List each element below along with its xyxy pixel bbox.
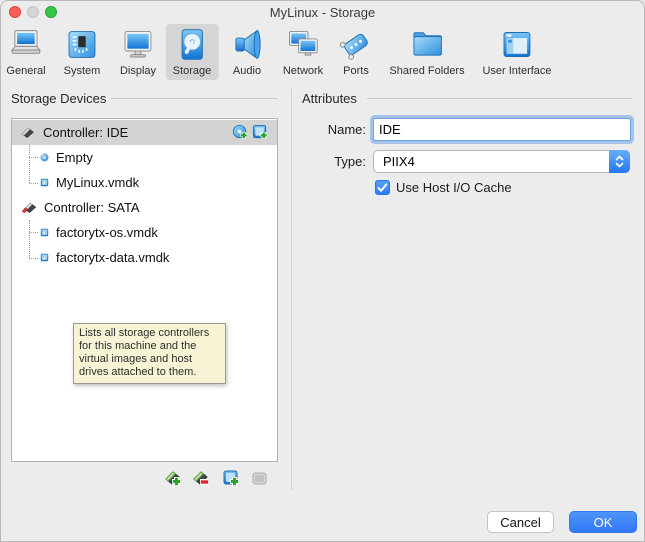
tree-guide-line bbox=[29, 258, 38, 259]
tree-row-label: Empty bbox=[56, 150, 93, 165]
title-bar: MyLinux - Storage bbox=[1, 1, 644, 23]
storage-devices-header: Storage Devices bbox=[11, 91, 107, 106]
ok-button[interactable]: OK bbox=[569, 511, 637, 533]
tab-user-interface[interactable]: User Interface bbox=[475, 24, 558, 80]
remove-attachment-icon-disabled bbox=[252, 472, 267, 485]
tree-row-label: Controller: IDE bbox=[43, 125, 129, 140]
tree-row-label: factorytx-os.vmdk bbox=[56, 225, 158, 240]
remove-controller-icon bbox=[193, 471, 209, 485]
tab-label: Display bbox=[119, 65, 157, 77]
storage-tree-tooltip: Lists all storage controllers for this m… bbox=[73, 323, 226, 384]
tree-guide-line bbox=[29, 232, 38, 233]
tab-label: Shared Folders bbox=[389, 65, 465, 77]
attributes-header: Attributes bbox=[302, 91, 357, 106]
user-interface-icon bbox=[503, 32, 531, 57]
tab-ports[interactable]: Ports bbox=[331, 24, 382, 80]
general-icon bbox=[11, 30, 41, 54]
tab-label: General bbox=[6, 65, 46, 77]
panel-divider bbox=[291, 89, 292, 490]
tab-label: Network bbox=[282, 65, 324, 77]
attributes-header-line bbox=[367, 98, 632, 99]
tab-label: Ports bbox=[343, 65, 369, 77]
add-attachment-button[interactable] bbox=[222, 469, 241, 488]
select-stepper-icon bbox=[609, 150, 630, 173]
tree-row-label: Controller: SATA bbox=[44, 200, 140, 215]
type-select-value: PIIX4 bbox=[383, 154, 415, 169]
add-controller-icon bbox=[165, 471, 181, 486]
remove-attachment-button bbox=[250, 469, 269, 488]
type-select[interactable]: PIIX4 bbox=[373, 150, 630, 173]
settings-toolbar: General System Display Storage Audio Net… bbox=[1, 23, 644, 85]
tab-label: Storage bbox=[172, 65, 212, 77]
tab-general[interactable]: General bbox=[1, 24, 53, 80]
window-title: MyLinux - Storage bbox=[269, 5, 376, 20]
system-icon bbox=[68, 31, 96, 58]
shared-folders-icon bbox=[413, 32, 442, 56]
audio-icon bbox=[235, 29, 261, 60]
name-label: Name: bbox=[327, 122, 366, 137]
tab-network[interactable]: Network bbox=[276, 24, 330, 80]
display-icon bbox=[124, 31, 152, 58]
network-icon bbox=[288, 31, 318, 56]
tree-row-label: MyLinux.vmdk bbox=[56, 175, 140, 190]
tab-display[interactable]: Display bbox=[113, 24, 164, 80]
add-attachment-icon bbox=[223, 470, 239, 486]
tab-system[interactable]: System bbox=[57, 24, 108, 80]
tree-row-label: factorytx-data.vmdk bbox=[56, 250, 170, 265]
tab-label: Audio bbox=[232, 65, 262, 77]
cancel-button[interactable]: Cancel bbox=[487, 511, 554, 533]
tree-row-factorytx-os-vmdk[interactable]: factorytx-os.vmdk bbox=[13, 220, 276, 245]
use-host-io-cache-label: Use Host I/O Cache bbox=[396, 180, 512, 195]
tree-guide-line bbox=[29, 157, 38, 158]
tab-label: User Interface bbox=[482, 65, 552, 77]
tree-guide-line bbox=[29, 220, 30, 258]
tree-row-controller-sata[interactable]: Controller: SATA bbox=[13, 195, 276, 220]
name-input[interactable] bbox=[373, 118, 631, 141]
storage-tree[interactable]: Controller: IDE Empty MyLinux.vmdk Contr… bbox=[11, 118, 278, 462]
tab-label: System bbox=[63, 65, 101, 77]
type-label: Type: bbox=[334, 154, 366, 169]
ports-icon bbox=[339, 33, 368, 60]
tree-row-controller-ide[interactable]: Controller: IDE bbox=[12, 120, 277, 145]
tree-row-empty-optical[interactable]: Empty bbox=[13, 145, 276, 170]
tree-guide-line bbox=[29, 145, 30, 183]
add-controller-button[interactable] bbox=[164, 469, 183, 488]
storage-icon bbox=[181, 29, 203, 60]
use-host-io-cache-row: Use Host I/O Cache bbox=[375, 180, 512, 195]
add-hard-disk-icon[interactable] bbox=[252, 124, 269, 141]
remove-controller-button[interactable] bbox=[192, 469, 211, 488]
tab-audio[interactable]: Audio bbox=[222, 24, 273, 80]
tab-storage[interactable]: Storage bbox=[165, 24, 219, 80]
use-host-io-cache-checkbox[interactable] bbox=[375, 180, 390, 195]
storage-devices-header-line bbox=[111, 98, 278, 99]
tree-row-mylinux-vmdk[interactable]: MyLinux.vmdk bbox=[13, 170, 276, 195]
settings-window: MyLinux - Storage General System Display… bbox=[0, 0, 645, 542]
tree-guide-line bbox=[29, 183, 38, 184]
add-optical-drive-icon[interactable] bbox=[232, 124, 249, 141]
tab-shared-folders[interactable]: Shared Folders bbox=[382, 24, 471, 80]
ide-controller-icon bbox=[21, 127, 34, 138]
tree-row-factorytx-data-vmdk[interactable]: factorytx-data.vmdk bbox=[13, 245, 276, 270]
sata-controller-icon bbox=[21, 202, 37, 214]
checkmark-icon bbox=[377, 183, 388, 192]
